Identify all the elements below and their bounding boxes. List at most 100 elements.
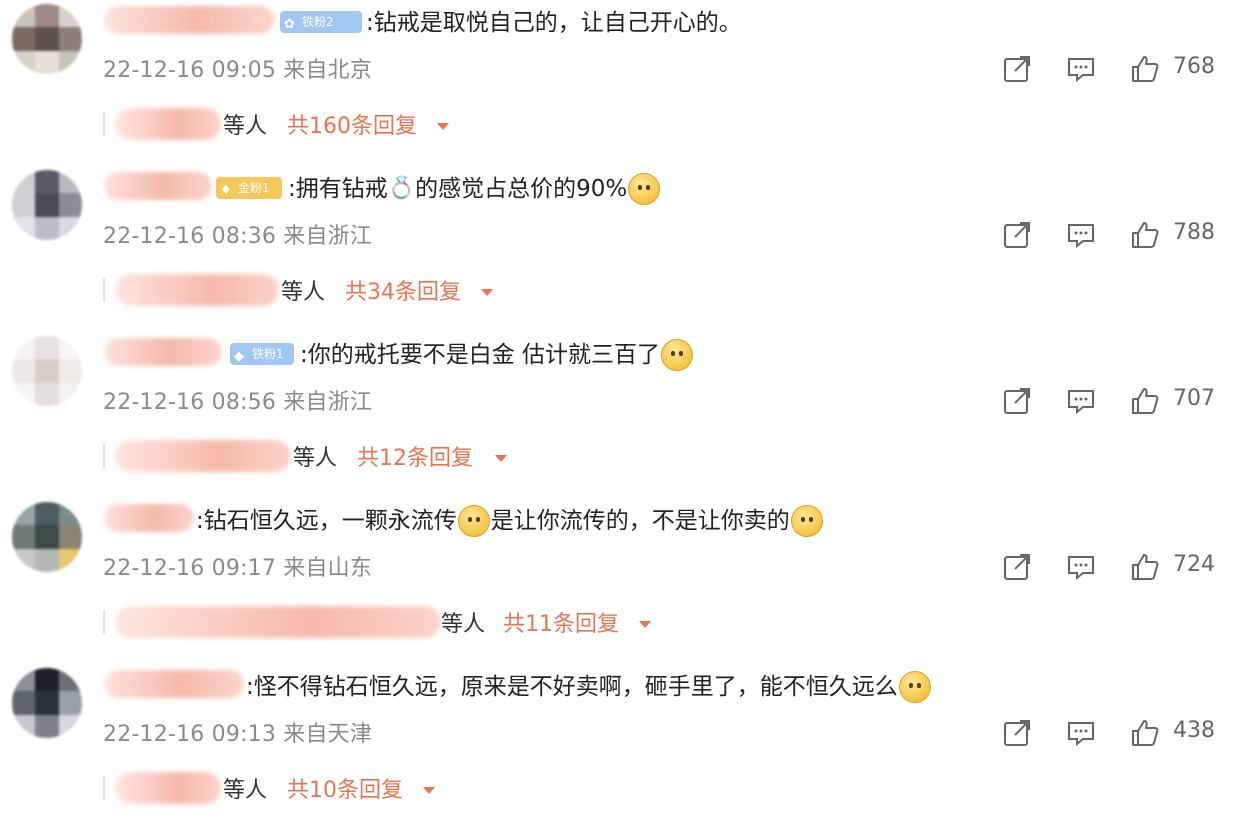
like-icon[interactable] <box>1130 220 1160 250</box>
avatar[interactable] <box>12 336 82 406</box>
comment-meta: 22-12-16 08:56 来自浙江 <box>103 384 372 416</box>
reply-users[interactable] <box>115 772 221 804</box>
reply-divider <box>103 776 105 800</box>
caret-down-icon[interactable] <box>423 787 435 794</box>
comment-time: 22-12-16 08:56 <box>103 390 277 415</box>
caret-down-icon[interactable] <box>639 621 651 628</box>
reply-users[interactable] <box>115 274 279 306</box>
avatar[interactable] <box>12 668 82 738</box>
comment-text: :钻石恒久远，一颗永流传 是让你流传的，不是让你卖的 <box>196 504 824 538</box>
comment-meta: 22-12-16 09:05 来自北京 <box>103 52 372 84</box>
comment-item: ✿ 铁粉2 :钻戒是取悦自己的，让自己开心的。 22-12-16 09:05 来… <box>0 0 1246 166</box>
fan-badge-label: 铁粉1 <box>252 347 284 361</box>
like-count: 768 <box>1173 54 1215 79</box>
like-count: 788 <box>1173 220 1215 245</box>
comment-item: :怪不得钻石恒久远，原来是不好卖啊，砸手里了，能不恒久远么 22-12-16 0… <box>0 664 1246 830</box>
reply-count[interactable]: 共160条回复 <box>287 108 417 140</box>
comment-time: 22-12-16 09:17 <box>103 556 277 581</box>
comment-text-content: :怪不得钻石恒久远，原来是不好卖啊，砸手里了，能不恒久远么 <box>246 674 898 700</box>
caret-down-icon[interactable] <box>437 123 449 130</box>
comment-actions: 768 <box>1000 52 1230 86</box>
username[interactable] <box>104 172 212 200</box>
like-icon[interactable] <box>1130 552 1160 582</box>
username[interactable] <box>104 670 244 698</box>
avatar[interactable] <box>12 4 82 74</box>
comment-text-content: :拥有钻戒 <box>288 176 388 202</box>
reply-suffix: 等人 <box>223 778 268 803</box>
fan-badge[interactable]: ♦ 金粉1 <box>216 177 282 199</box>
like-icon[interactable] <box>1130 718 1160 748</box>
avatar[interactable] <box>12 502 82 572</box>
reply-count[interactable]: 共34条回复 <box>345 274 461 306</box>
reply-summary[interactable]: 等人 共160条回复 <box>103 106 803 142</box>
reply-summary[interactable]: 等人 共11条回复 <box>103 604 803 640</box>
comment-actions: 438 <box>1000 716 1230 750</box>
ring-emoji: 💍 <box>387 176 416 201</box>
comment-icon[interactable] <box>1066 54 1096 84</box>
share-icon[interactable] <box>1002 718 1032 748</box>
fan-badge[interactable]: ◆ 铁粉1 <box>230 343 294 365</box>
fan-badge-label: 铁粉2 <box>302 15 334 29</box>
fan-badge-icon: ◆ <box>234 349 244 364</box>
reply-users[interactable] <box>115 440 291 472</box>
comment-actions: 788 <box>1000 218 1230 252</box>
username[interactable] <box>104 504 194 532</box>
username[interactable] <box>104 6 274 34</box>
comment-icon[interactable] <box>1066 220 1096 250</box>
comment-icon[interactable] <box>1066 552 1096 582</box>
username[interactable] <box>104 338 222 366</box>
reply-users[interactable] <box>115 606 441 638</box>
fan-badge-icon: ✿ <box>284 17 295 32</box>
fan-badge-label: 金粉1 <box>238 181 270 195</box>
comment-time: 22-12-16 09:13 <box>103 722 277 747</box>
emoji-icon <box>898 671 931 703</box>
share-icon[interactable] <box>1002 552 1032 582</box>
reply-count[interactable]: 共10条回复 <box>287 772 403 804</box>
like-icon[interactable] <box>1130 386 1160 416</box>
reply-suffix: 等人 <box>441 612 486 637</box>
reply-suffix: 等人 <box>293 446 338 471</box>
comment-icon[interactable] <box>1066 718 1096 748</box>
comment-text: :钻戒是取悦自己的，让自己开心的。 <box>366 6 742 40</box>
caret-down-icon[interactable] <box>495 455 507 462</box>
reply-divider <box>103 610 105 634</box>
emoji-icon <box>661 339 694 371</box>
like-count: 707 <box>1173 386 1215 411</box>
caret-down-icon[interactable] <box>481 289 493 296</box>
comment-text: :怪不得钻石恒久远，原来是不好卖啊，砸手里了，能不恒久远么 <box>246 670 932 704</box>
comment-location: 来自北京 <box>283 58 373 83</box>
comment-item: :钻石恒久远，一颗永流传 是让你流传的，不是让你卖的 22-12-16 09:1… <box>0 498 1246 664</box>
avatar[interactable] <box>12 170 82 240</box>
reply-summary[interactable]: 等人 共34条回复 <box>103 272 803 308</box>
comment-location: 来自浙江 <box>283 224 373 249</box>
reply-suffix: 等人 <box>281 280 326 305</box>
comment-location: 来自天津 <box>283 722 373 747</box>
reply-count[interactable]: 共12条回复 <box>357 440 473 472</box>
fan-badge[interactable]: ✿ 铁粉2 <box>280 11 362 33</box>
comment-text-content: :钻石恒久远，一颗永流传 <box>196 508 457 534</box>
comment-text: :拥有钻戒 💍 的感觉占总价的90% <box>288 172 661 206</box>
comment-item: ♦ 金粉1 :拥有钻戒 💍 的感觉占总价的90% 22-12-16 08:36 … <box>0 166 1246 332</box>
comment-meta: 22-12-16 08:36 来自浙江 <box>103 218 372 250</box>
comment-text-content: 的感觉占总价的90% <box>415 176 628 202</box>
comment-text: :你的戒托要不是白金 估计就三百了 <box>300 338 694 372</box>
comment-item: ◆ 铁粉1 :你的戒托要不是白金 估计就三百了 22-12-16 08:56 来… <box>0 332 1246 498</box>
comment-actions: 707 <box>1000 384 1230 418</box>
share-icon[interactable] <box>1002 54 1032 84</box>
comment-meta: 22-12-16 09:17 来自山东 <box>103 550 372 582</box>
comment-icon[interactable] <box>1066 386 1096 416</box>
reply-count[interactable]: 共11条回复 <box>503 606 619 638</box>
fan-badge-icon: ♦ <box>220 183 232 198</box>
share-icon[interactable] <box>1002 220 1032 250</box>
like-count: 724 <box>1173 552 1215 577</box>
comment-text-content: :你的戒托要不是白金 估计就三百了 <box>300 342 661 368</box>
share-icon[interactable] <box>1002 386 1032 416</box>
comment-time: 22-12-16 08:36 <box>103 224 277 249</box>
comment-location: 来自山东 <box>283 556 373 581</box>
reply-divider <box>103 444 105 468</box>
reply-suffix: 等人 <box>223 114 268 139</box>
reply-summary[interactable]: 等人 共10条回复 <box>103 770 803 806</box>
like-icon[interactable] <box>1130 54 1160 84</box>
reply-summary[interactable]: 等人 共12条回复 <box>103 438 803 474</box>
reply-users[interactable] <box>115 108 221 140</box>
